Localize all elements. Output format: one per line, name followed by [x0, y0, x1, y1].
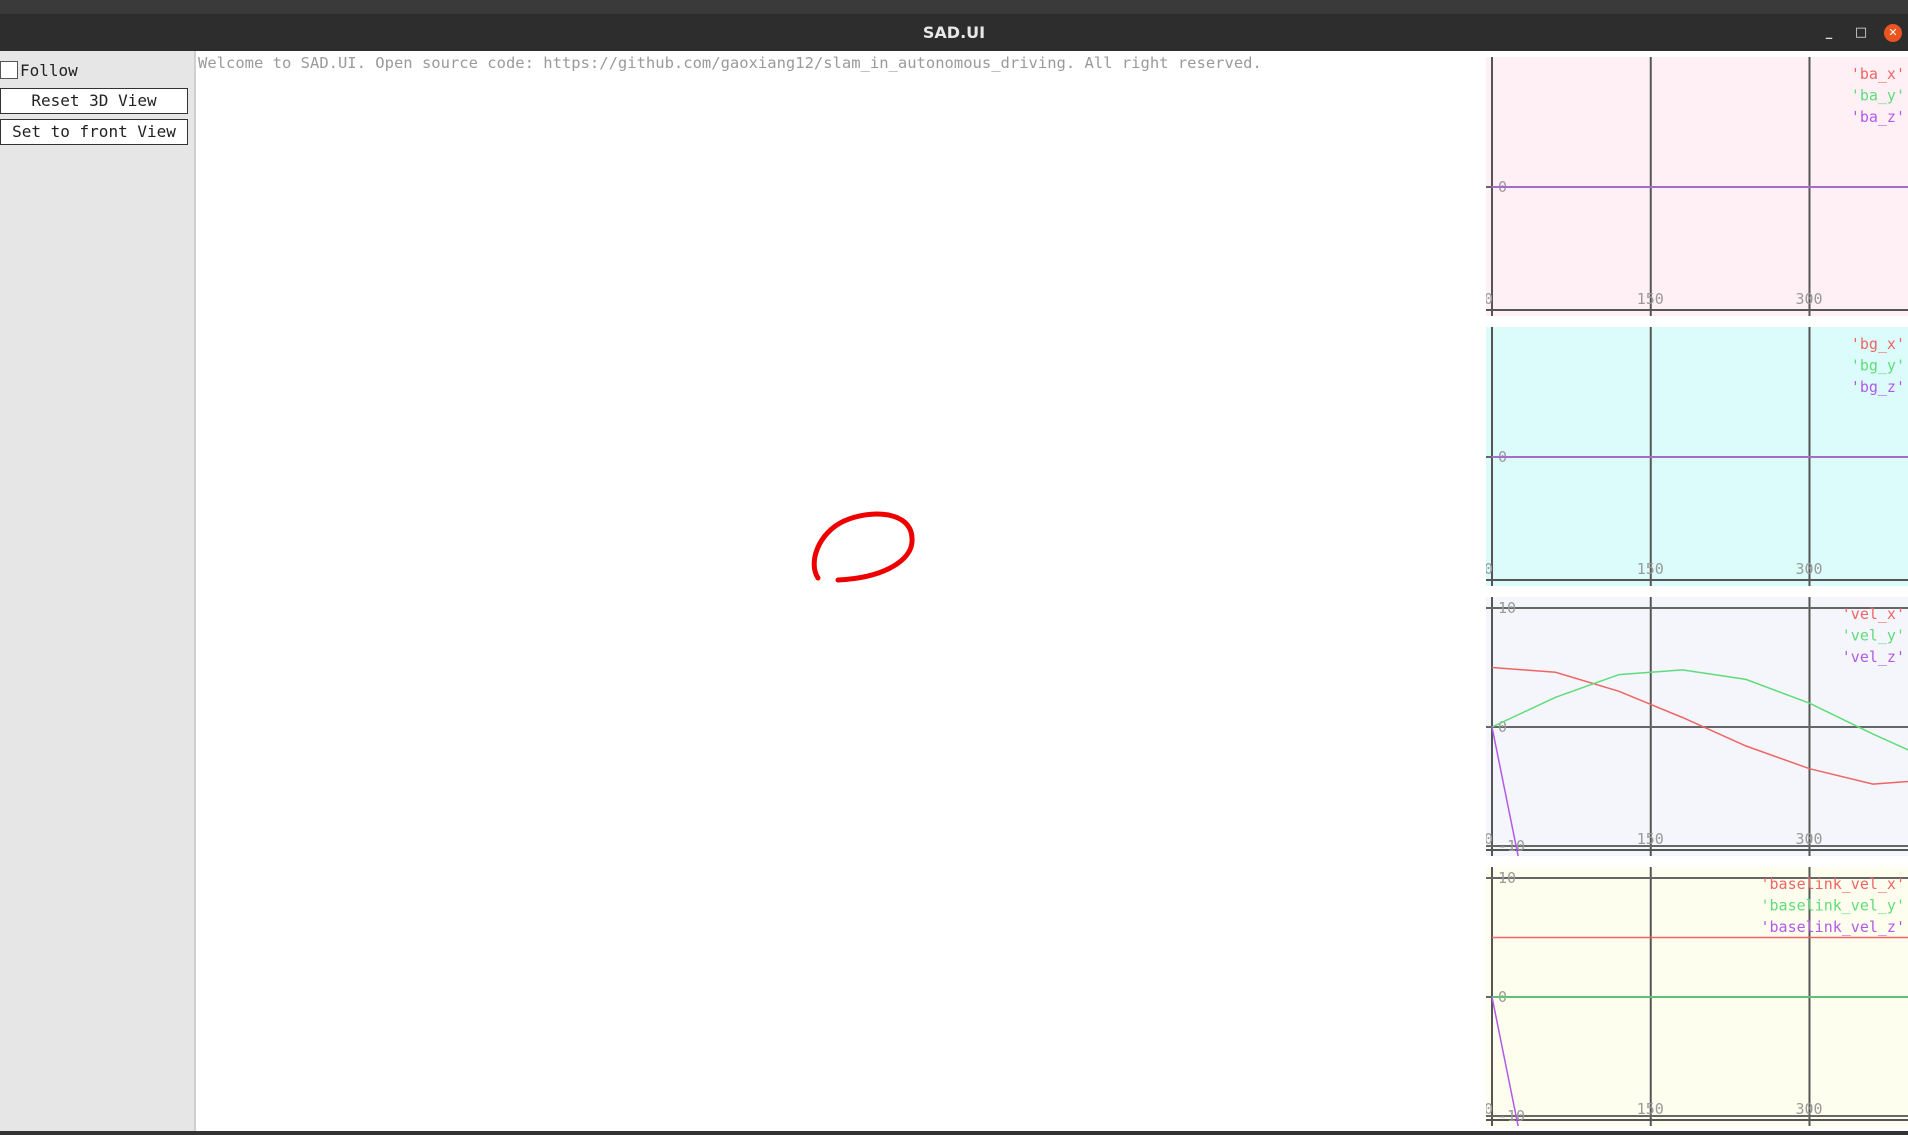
bias-gyro-chart: 01503004500'bg_x''bg_y''bg_z': [1486, 327, 1908, 586]
legend-entry: 'ba_y': [1851, 87, 1905, 105]
legend-entry: 'baselink_vel_z': [1761, 918, 1906, 936]
maximize-icon[interactable]: □: [1852, 24, 1870, 42]
close-icon[interactable]: ✕: [1884, 24, 1902, 42]
3d-viewport[interactable]: Welcome to SAD.UI. Open source code: htt…: [196, 51, 1486, 1132]
front-view-button[interactable]: Set to front View: [0, 119, 188, 145]
x-tick-label: 150: [1637, 290, 1664, 308]
legend-entry: 'ba_x': [1851, 65, 1905, 83]
x-tick-label: 300: [1795, 1100, 1822, 1118]
legend-entry: 'vel_y': [1842, 627, 1905, 645]
follow-label: Follow: [20, 60, 78, 80]
trajectory-path: [811, 511, 915, 583]
x-tick-label: 0: [1486, 290, 1493, 308]
plot-bias-accel: 01503004500'ba_x''ba_y''ba_z': [1486, 57, 1908, 316]
x-tick-label: 150: [1637, 560, 1664, 578]
legend-entry: 'baselink_vel_x': [1761, 875, 1906, 893]
window-title: SAD.UI: [922, 23, 986, 42]
baselink-velocity-chart: 0150300450100-10'baselink_vel_x''baselin…: [1486, 867, 1908, 1126]
x-tick-label: 300: [1795, 560, 1822, 578]
y-tick-label: 10: [1498, 599, 1516, 617]
y-tick-label: 10: [1498, 869, 1516, 887]
legend-entry: 'vel_z': [1842, 648, 1905, 666]
x-tick-label: 0: [1486, 560, 1493, 578]
x-tick-label: 0: [1486, 830, 1493, 848]
plot-baselink-velocity: 0150300450100-10'baselink_vel_x''baselin…: [1486, 867, 1908, 1126]
minimize-icon[interactable]: _: [1820, 24, 1838, 42]
legend-entry: 'bg_z': [1851, 378, 1905, 396]
window-titlebar: SAD.UI _ □ ✕: [0, 14, 1908, 51]
legend-entry: 'baselink_vel_y': [1761, 897, 1906, 915]
desktop-top-strip: [0, 0, 1908, 15]
x-tick-label: 300: [1795, 830, 1822, 848]
velocity-chart: 0150300450100-10'vel_x''vel_y''vel_z': [1486, 597, 1908, 856]
x-tick-label: 300: [1795, 290, 1822, 308]
bottom-bar: [0, 1131, 1908, 1135]
reset-3d-view-button[interactable]: Reset 3D View: [0, 88, 188, 114]
x-tick-label: 150: [1637, 830, 1664, 848]
plot-bias-gyro: 01503004500'bg_x''bg_y''bg_z': [1486, 327, 1908, 586]
y-tick-label: -10: [1498, 1107, 1525, 1125]
plot-velocity: 0150300450100-10'vel_x''vel_y''vel_z': [1486, 597, 1908, 856]
legend-entry: 'bg_x': [1851, 335, 1905, 353]
legend-entry: 'ba_z': [1851, 108, 1905, 126]
legend-entry: 'vel_x': [1842, 605, 1905, 623]
x-tick-label: 150: [1637, 1100, 1664, 1118]
control-panel: Follow Reset 3D View Set to front View: [0, 51, 196, 1132]
follow-toggle[interactable]: Follow: [0, 59, 78, 81]
y-tick-label: -10: [1498, 837, 1525, 855]
x-tick-label: 0: [1486, 1100, 1493, 1118]
bias-accel-chart: 01503004500'ba_x''ba_y''ba_z': [1486, 57, 1908, 316]
trajectory-view: [811, 511, 915, 583]
legend-entry: 'bg_y': [1851, 357, 1905, 375]
follow-checkbox[interactable]: [0, 61, 18, 79]
